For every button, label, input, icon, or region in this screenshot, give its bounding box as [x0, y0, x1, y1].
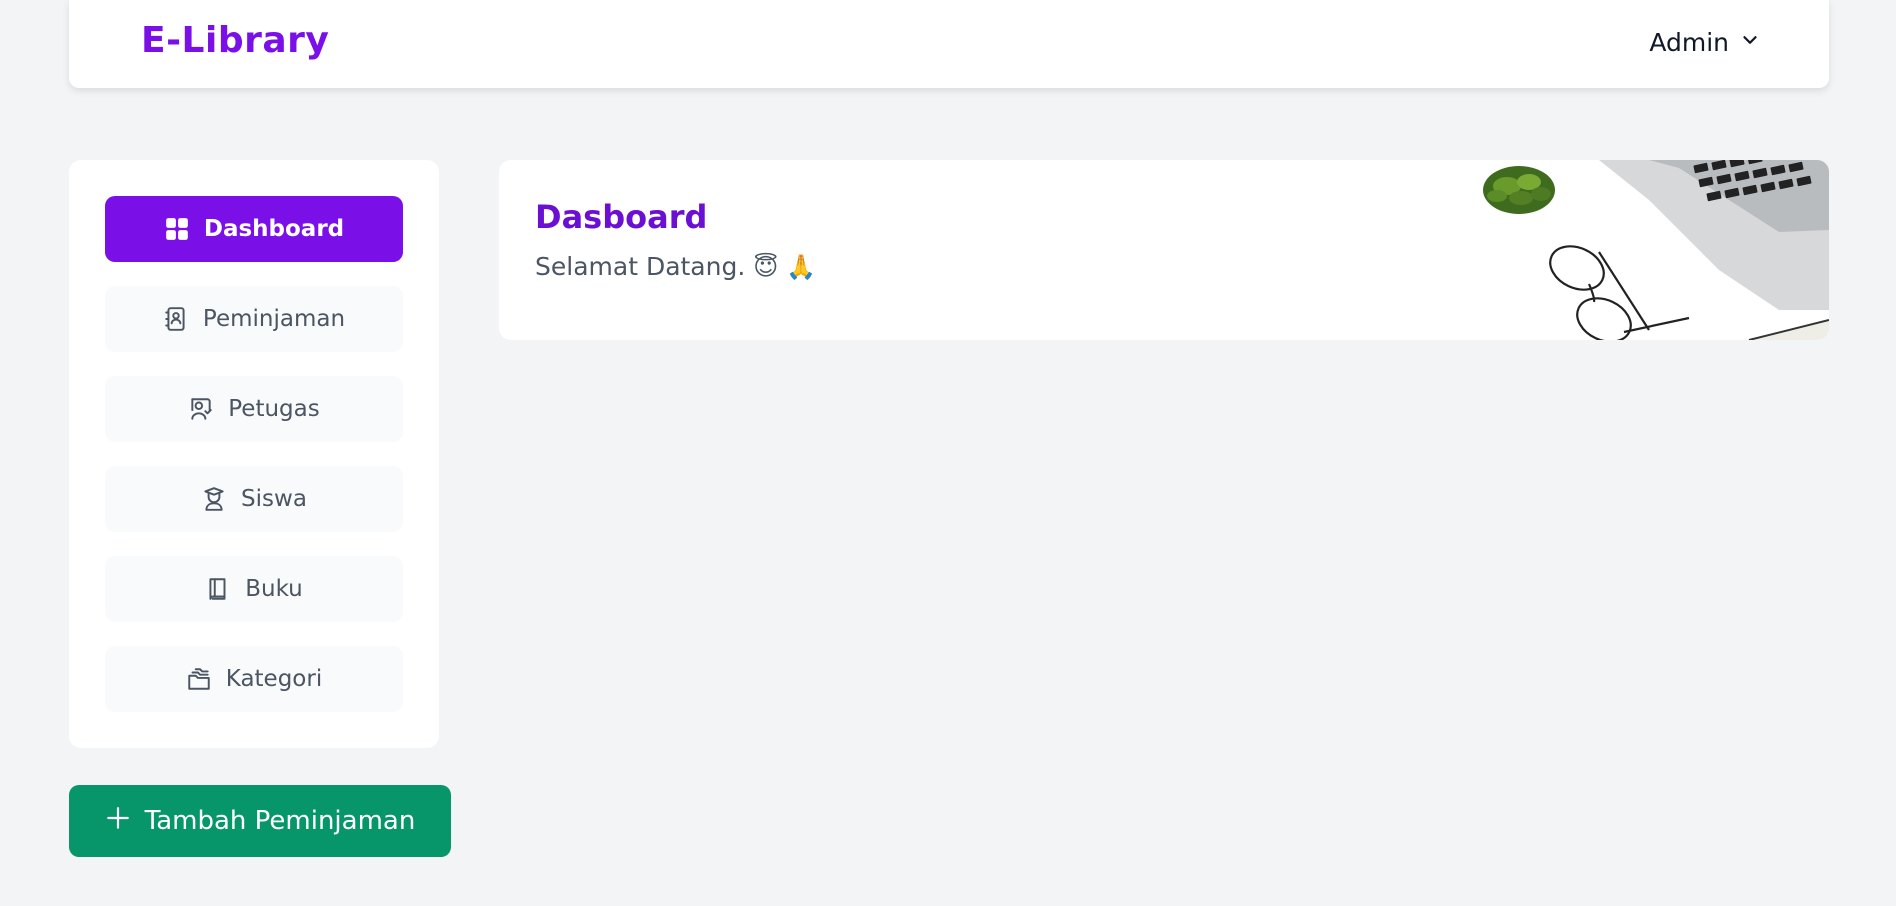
sidebar-item-kategori[interactable]: Kategori [105, 646, 403, 712]
chevron-down-icon [1739, 28, 1761, 57]
page-title: Dasboard [535, 198, 708, 236]
sidebar-item-peminjaman[interactable]: Peminjaman [105, 286, 403, 352]
sidebar-item-label: Petugas [228, 396, 320, 422]
angel-emoji: 😇 [753, 252, 779, 281]
plus-icon [105, 805, 131, 838]
folders-icon [186, 666, 212, 692]
sidebar-item-petugas[interactable]: Petugas [105, 376, 403, 442]
sidebar-item-label: Dashboard [203, 216, 345, 242]
desk-illustration [1483, 160, 1829, 340]
address-book-icon [163, 306, 189, 332]
sidebar-item-siswa[interactable]: Siswa [105, 466, 403, 532]
user-menu[interactable]: Admin [1649, 28, 1761, 57]
add-loan-button[interactable]: Tambah Peminjaman [69, 785, 451, 857]
officer-card-icon [188, 396, 214, 422]
sidebar-item-buku[interactable]: Buku [105, 556, 403, 622]
welcome-message: Selamat Datang. 😇 🙏 [535, 252, 816, 281]
sidebar-item-dashboard[interactable]: Dashboard [105, 196, 403, 262]
student-icon [201, 486, 227, 512]
top-navbar: E-Library Admin [69, 0, 1829, 88]
brand-logo[interactable]: E-Library [141, 20, 329, 61]
dashboard-grid-icon [164, 216, 190, 242]
add-loan-label: Tambah Peminjaman [144, 806, 416, 836]
user-menu-label: Admin [1649, 28, 1729, 57]
sidebar-item-label: Kategori [225, 666, 323, 692]
sidebar-item-label: Siswa [241, 486, 307, 512]
sidebar-item-label: Peminjaman [202, 306, 346, 332]
sidebar-item-label: Buku [245, 576, 303, 602]
praying-hands-emoji: 🙏 [786, 252, 817, 281]
welcome-text: Selamat Datang. [535, 252, 746, 281]
book-icon [205, 576, 231, 602]
welcome-banner: Dasboard Selamat Datang. 😇 🙏 [499, 160, 1829, 340]
sidebar: Dashboard Peminjaman Petugas Siswa Buku … [69, 160, 439, 748]
